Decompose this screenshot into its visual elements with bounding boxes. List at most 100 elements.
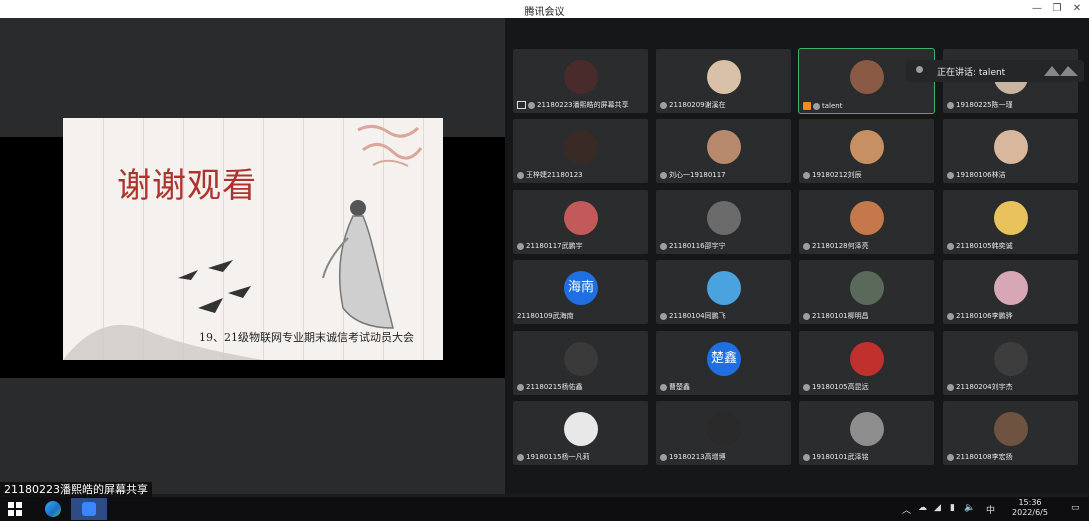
slide-title: 谢谢观看 xyxy=(117,166,257,206)
participant-tile[interactable]: 21180105韩奕诚 xyxy=(943,190,1078,254)
participant-name-row: 19180213高增博 xyxy=(660,452,726,462)
microphone-icon xyxy=(517,171,524,179)
participant-name: 19180225陈一瑾 xyxy=(956,101,1013,109)
participant-name: 21180117武鹏宇 xyxy=(526,242,583,250)
participant-tile[interactable]: 21180106李鹏骅 xyxy=(943,260,1078,324)
avatar xyxy=(994,271,1028,305)
participant-tile[interactable]: 19180101武泽铭 xyxy=(799,401,934,465)
participant-tile[interactable]: 19180115杨一凡莉 xyxy=(513,401,648,465)
participant-tile[interactable]: 刘心一19180117 xyxy=(656,119,791,183)
participant-tile[interactable]: 21180209谢溪在 xyxy=(656,49,791,113)
participant-name-row: 21180215杨佑鑫 xyxy=(517,382,583,392)
network-icon[interactable]: ◢ xyxy=(934,503,941,513)
screen-share-icon xyxy=(517,101,526,109)
windows-start-icon[interactable] xyxy=(8,502,22,516)
shared-slide: 谢谢观看 19、21级物联网专业期末诚信考试动员大会 xyxy=(63,118,443,360)
participant-name: 21180215杨佑鑫 xyxy=(526,383,583,391)
participant-tile[interactable]: 21180128何泽亮 xyxy=(799,190,934,254)
ime-indicator[interactable]: 中 xyxy=(986,503,995,516)
participant-name: talent xyxy=(822,102,843,110)
avatar: 海南 xyxy=(564,271,598,305)
participant-name: 19180115杨一凡莉 xyxy=(526,453,590,461)
window-titlebar: 腾讯会议 — ❐ ✕ xyxy=(0,0,1089,18)
participant-name-row: 19180101武泽铭 xyxy=(803,452,869,462)
microphone-icon xyxy=(947,312,954,320)
notification-icon[interactable]: ▭ xyxy=(1071,503,1080,513)
participant-tile[interactable]: 21180101柳明昌 xyxy=(799,260,934,324)
windows-taskbar: ︿ ☁ ◢ ▮ 🔈 中 ▭ 15:36 2022/6/5 xyxy=(0,497,1089,521)
avatar xyxy=(564,201,598,235)
participant-name: 19180101武泽铭 xyxy=(812,453,869,461)
battery-icon[interactable]: ▮ xyxy=(950,503,955,513)
screen-share-label: 21180223潘熙皓的屏幕共享 xyxy=(0,482,152,498)
participant-name: 21180106李鹏骅 xyxy=(956,312,1013,320)
microphone-icon xyxy=(803,312,810,320)
microphone-icon xyxy=(660,242,667,250)
participant-tile[interactable]: 21180117武鹏宇 xyxy=(513,190,648,254)
participant-name-row: 21180204刘宇杰 xyxy=(947,382,1013,392)
participant-name-row: 21180209谢溪在 xyxy=(660,100,726,110)
avatar xyxy=(564,60,598,94)
slide-subtitle: 19、21级物联网专业期末诚信考试动员大会 xyxy=(199,331,414,344)
participant-tile[interactable]: 21180223潘熙皓的屏幕共享 xyxy=(513,49,648,113)
participant-tile[interactable]: 王梓婕21180123 xyxy=(513,119,648,183)
participant-name-row: 21180128何泽亮 xyxy=(803,241,869,251)
close-button[interactable]: ✕ xyxy=(1066,1,1088,17)
participant-tile[interactable]: 21180108李宏扬 xyxy=(943,401,1078,465)
cloud-icon[interactable]: ☁ xyxy=(918,503,927,513)
microphone-icon xyxy=(517,242,524,250)
participant-name-row: 刘心一19180117 xyxy=(660,170,726,180)
microphone-icon xyxy=(660,383,667,391)
participant-tile[interactable]: 21180204刘宇杰 xyxy=(943,331,1078,395)
avatar xyxy=(850,201,884,235)
avatar xyxy=(707,201,741,235)
tray-overflow-icon[interactable]: ︿ xyxy=(902,503,911,516)
avatar xyxy=(994,201,1028,235)
speaker-avatar-icon xyxy=(916,66,923,73)
avatar xyxy=(564,412,598,446)
taskbar-clock[interactable]: 15:36 2022/6/5 xyxy=(1007,498,1053,518)
participant-tile[interactable]: 19180106林洁 xyxy=(943,119,1078,183)
audio-wave-icon xyxy=(1044,66,1078,76)
participant-tile[interactable]: 楚鑫曹楚鑫 xyxy=(656,331,791,395)
participant-tile[interactable]: 海南 21180109武海南 xyxy=(513,260,648,324)
edge-browser-icon[interactable] xyxy=(45,501,61,517)
participant-name-row: 21180116邵宇宁 xyxy=(660,241,726,251)
participant-tile[interactable]: 19180213高增博 xyxy=(656,401,791,465)
participant-name: 21180209谢溪在 xyxy=(669,101,726,109)
participant-tile[interactable]: 21180104同鹏飞 xyxy=(656,260,791,324)
participant-name: 21180128何泽亮 xyxy=(812,242,869,250)
participant-name-row: 19180212刘辰 xyxy=(803,170,862,180)
microphone-icon xyxy=(947,101,954,109)
microphone-icon xyxy=(517,453,524,461)
minimize-button[interactable]: — xyxy=(1026,1,1048,17)
participant-name: 19180213高增博 xyxy=(669,453,726,461)
participant-tile[interactable]: 21180215杨佑鑫 xyxy=(513,331,648,395)
participant-tile[interactable]: 21180116邵宇宁 xyxy=(656,190,791,254)
participant-tile[interactable]: 19180105高昆远 xyxy=(799,331,934,395)
participant-name-row: 曹楚鑫 xyxy=(660,382,690,392)
clock-date: 2022/6/5 xyxy=(1012,508,1048,517)
avatar xyxy=(994,342,1028,376)
participant-name-row: 19180106林洁 xyxy=(947,170,1006,180)
restore-button[interactable]: ❐ xyxy=(1046,1,1068,17)
calligraphy-seal-icon xyxy=(357,125,423,167)
speaking-indicator: 正在讲话: talent xyxy=(906,60,1084,82)
microphone-icon xyxy=(947,171,954,179)
avatar: 楚鑫 xyxy=(707,342,741,376)
participant-name: 刘心一19180117 xyxy=(669,171,726,179)
avatar xyxy=(707,271,741,305)
avatar xyxy=(707,60,741,94)
avatar xyxy=(564,342,598,376)
microphone-icon xyxy=(517,383,524,391)
participant-name: 19180212刘辰 xyxy=(812,171,862,179)
avatar xyxy=(707,130,741,164)
participant-name-row: 21180117武鹏宇 xyxy=(517,241,583,251)
volume-icon[interactable]: 🔈 xyxy=(964,503,975,513)
participant-name: 19180105高昆远 xyxy=(812,383,869,391)
participant-tile[interactable]: 19180212刘辰 xyxy=(799,119,934,183)
tencent-meeting-taskbar-icon[interactable] xyxy=(71,498,107,520)
participant-name-row: talent xyxy=(803,102,842,110)
avatar xyxy=(994,130,1028,164)
microphone-icon xyxy=(660,171,667,179)
